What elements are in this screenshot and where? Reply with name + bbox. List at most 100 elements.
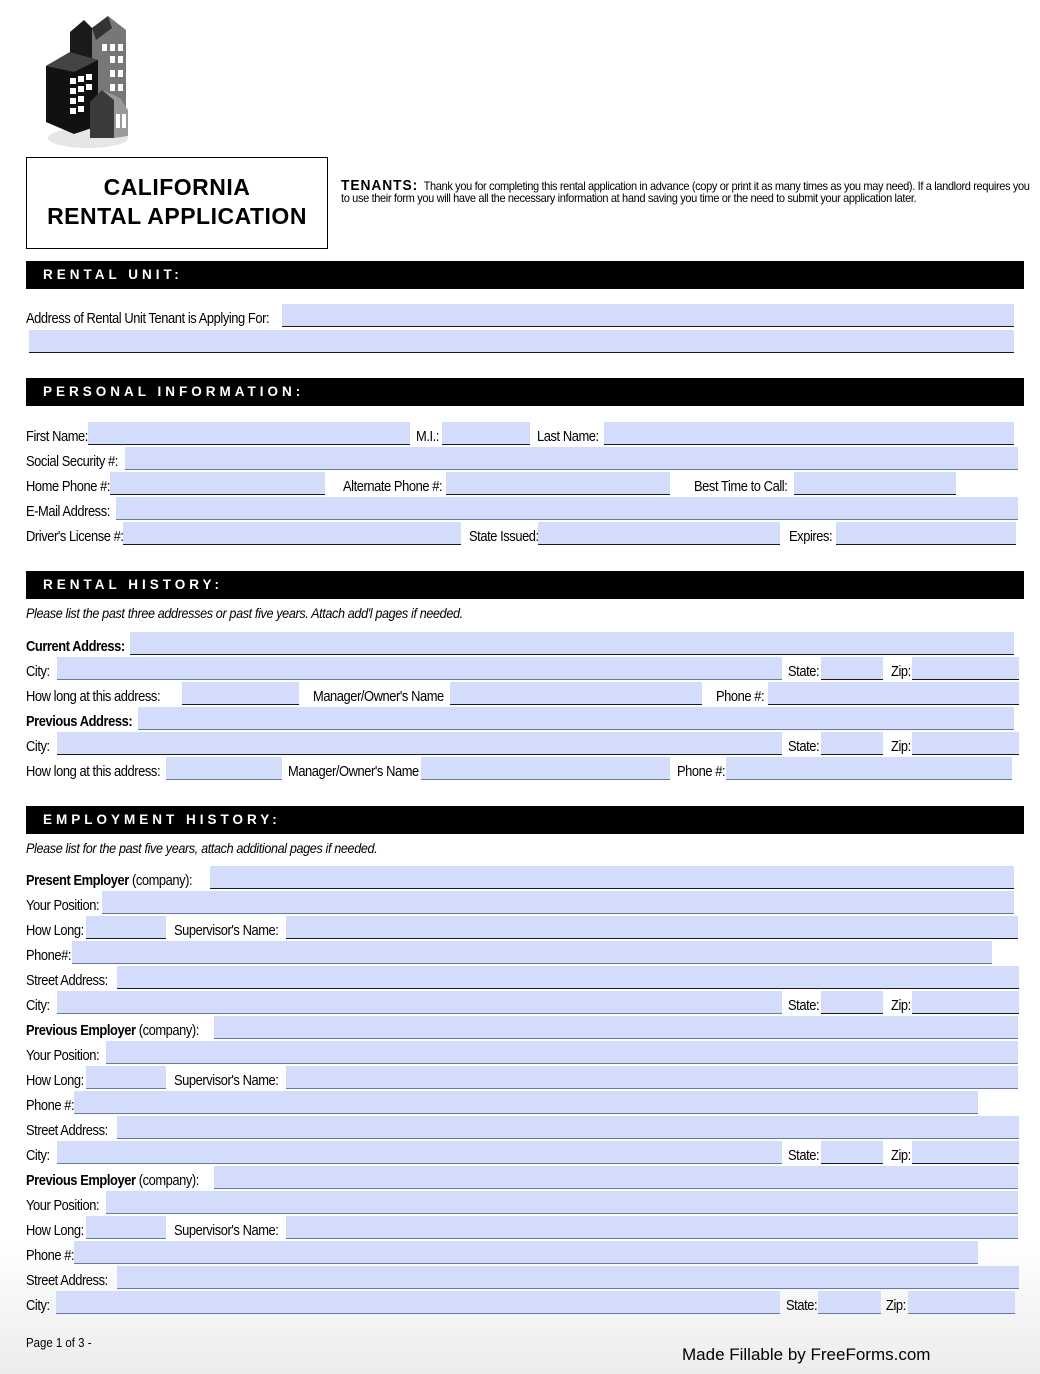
present-state-field[interactable] — [821, 991, 883, 1014]
previous-2-supervisor-field[interactable] — [286, 1216, 1018, 1239]
previous-1-supervisor-field[interactable] — [286, 1066, 1018, 1089]
label-previous-1-supervisor: Supervisor's Name: — [174, 1072, 279, 1089]
label-previous-2-phone: Phone #: — [26, 1247, 75, 1264]
current-manager-name-field[interactable] — [450, 682, 702, 705]
label-previous-2-street: Street Address: — [26, 1272, 108, 1289]
current-manager-phone-field[interactable] — [768, 682, 1019, 705]
label-previous-1-zip: Zip: — [891, 1147, 911, 1164]
label-previous-1-state: State: — [788, 1147, 820, 1164]
previous-2-state-field[interactable] — [818, 1291, 881, 1314]
license-expires-field[interactable] — [836, 522, 1016, 545]
label-rental-unit-address: Address of Rental Unit Tenant is Applyin… — [26, 310, 270, 327]
rental-unit-address-line1-field[interactable] — [282, 304, 1014, 327]
previous-manager-name-field[interactable] — [421, 757, 670, 780]
previous-1-position-field[interactable] — [106, 1041, 1018, 1064]
present-street-address-field[interactable] — [117, 966, 1019, 989]
label-previous-2-how-long: How Long: — [26, 1222, 84, 1239]
label-previous-state: State: — [788, 738, 820, 755]
how-long-current-address-field[interactable] — [182, 682, 299, 705]
label-previous-1-city: City: — [26, 1147, 50, 1164]
label-previous-1-position: Your Position: — [26, 1047, 100, 1064]
how-long-previous-address-field[interactable] — [166, 757, 282, 780]
current-state-field[interactable] — [821, 657, 883, 680]
label-previous-manager: Manager/Owner's Name — [288, 763, 419, 780]
label-current-state: State: — [788, 663, 820, 680]
label-current-city: City: — [26, 663, 50, 680]
home-phone-field[interactable] — [110, 472, 325, 495]
label-current-zip: Zip: — [891, 663, 911, 680]
tenants-notice: TENANTS: Thank you for completing this re… — [341, 178, 1031, 204]
drivers-license-field[interactable] — [123, 522, 461, 545]
present-employer-field[interactable] — [210, 866, 1014, 889]
previous-2-phone-field[interactable] — [74, 1241, 978, 1264]
label-present-employer: Present Employer (company): — [26, 872, 193, 890]
previous-employer-2-field[interactable] — [214, 1166, 1018, 1189]
current-address-field[interactable] — [130, 632, 1014, 655]
label-present-state: State: — [788, 997, 820, 1014]
present-supervisor-field[interactable] — [286, 916, 1018, 939]
buildings-logo-icon — [46, 16, 128, 148]
label-best-time: Best Time to Call: — [694, 478, 788, 495]
previous-2-zip-field[interactable] — [908, 1291, 1015, 1314]
label-current-address: Current Address: — [26, 638, 125, 655]
previous-city-field[interactable] — [57, 732, 782, 755]
label-previous-employer-2: Previous Employer (company): — [26, 1172, 199, 1190]
label-current-phone: Phone #: — [716, 688, 765, 705]
section-header-employment-history: EMPLOYMENT HISTORY: — [26, 806, 1024, 834]
label-previous-2-supervisor: Supervisor's Name: — [174, 1222, 279, 1239]
previous-employer-1-field[interactable] — [214, 1016, 1018, 1039]
label-present-zip: Zip: — [891, 997, 911, 1014]
state-issued-field[interactable] — [538, 522, 780, 545]
label-previous-1-how-long: How Long: — [26, 1072, 84, 1089]
previous-2-position-field[interactable] — [106, 1191, 1018, 1214]
previous-2-how-long-field[interactable] — [86, 1216, 166, 1239]
best-time-to-call-field[interactable] — [794, 472, 956, 495]
label-mi: M.I.: — [416, 428, 439, 445]
previous-1-street-address-field[interactable] — [117, 1116, 1019, 1139]
label-first-name: First Name: — [26, 428, 88, 445]
previous-2-city-field[interactable] — [56, 1291, 780, 1314]
present-position-field[interactable] — [102, 891, 1014, 914]
present-employer-phone-field[interactable] — [72, 941, 992, 964]
label-state-issued: State Issued: — [469, 528, 539, 545]
previous-1-state-field[interactable] — [821, 1141, 883, 1164]
current-city-field[interactable] — [57, 657, 782, 680]
email-field[interactable] — [116, 497, 1018, 520]
present-how-long-field[interactable] — [86, 916, 166, 939]
label-email: E-Mail Address: — [26, 503, 110, 520]
label-present-city: City: — [26, 997, 50, 1014]
freeforms-credit: Made Fillable by FreeForms.com — [682, 1345, 931, 1364]
alternate-phone-field[interactable] — [446, 472, 670, 495]
label-previous-employer-2-bold: Previous Employer — [26, 1172, 136, 1189]
present-city-field[interactable] — [57, 991, 782, 1014]
label-how-long-previous: How long at this address: — [26, 763, 161, 780]
middle-initial-field[interactable] — [442, 422, 530, 445]
employment-history-note: Please list for the past five years, att… — [26, 840, 378, 856]
previous-1-how-long-field[interactable] — [86, 1066, 166, 1089]
label-previous-phone: Phone #: — [677, 763, 726, 780]
present-zip-field[interactable] — [912, 991, 1019, 1014]
form-title-box: CALIFORNIA RENTAL APPLICATION — [26, 157, 328, 249]
previous-1-phone-field[interactable] — [74, 1091, 978, 1114]
previous-1-zip-field[interactable] — [912, 1141, 1019, 1164]
ssn-field[interactable] — [125, 447, 1018, 470]
previous-address-field[interactable] — [138, 707, 1014, 730]
label-previous-city: City: — [26, 738, 50, 755]
label-previous-2-zip: Zip: — [886, 1297, 906, 1314]
previous-zip-field[interactable] — [912, 732, 1019, 755]
previous-2-street-address-field[interactable] — [117, 1266, 1019, 1289]
current-zip-field[interactable] — [912, 657, 1019, 680]
label-previous-zip: Zip: — [891, 738, 911, 755]
label-drivers-license: Driver's License #: — [26, 528, 124, 545]
section-header-rental-unit: RENTAL UNIT: — [26, 261, 1024, 289]
previous-state-field[interactable] — [821, 732, 883, 755]
previous-1-city-field[interactable] — [57, 1141, 782, 1164]
label-present-supervisor: Supervisor's Name: — [174, 922, 279, 939]
first-name-field[interactable] — [88, 422, 410, 445]
label-previous-employer-1-bold: Previous Employer — [26, 1022, 136, 1039]
label-company: (company): — [138, 1022, 200, 1039]
last-name-field[interactable] — [604, 422, 1014, 445]
label-previous-2-city: City: — [26, 1297, 50, 1314]
previous-manager-phone-field[interactable] — [726, 757, 1012, 780]
rental-unit-address-line2-field[interactable] — [29, 330, 1014, 353]
